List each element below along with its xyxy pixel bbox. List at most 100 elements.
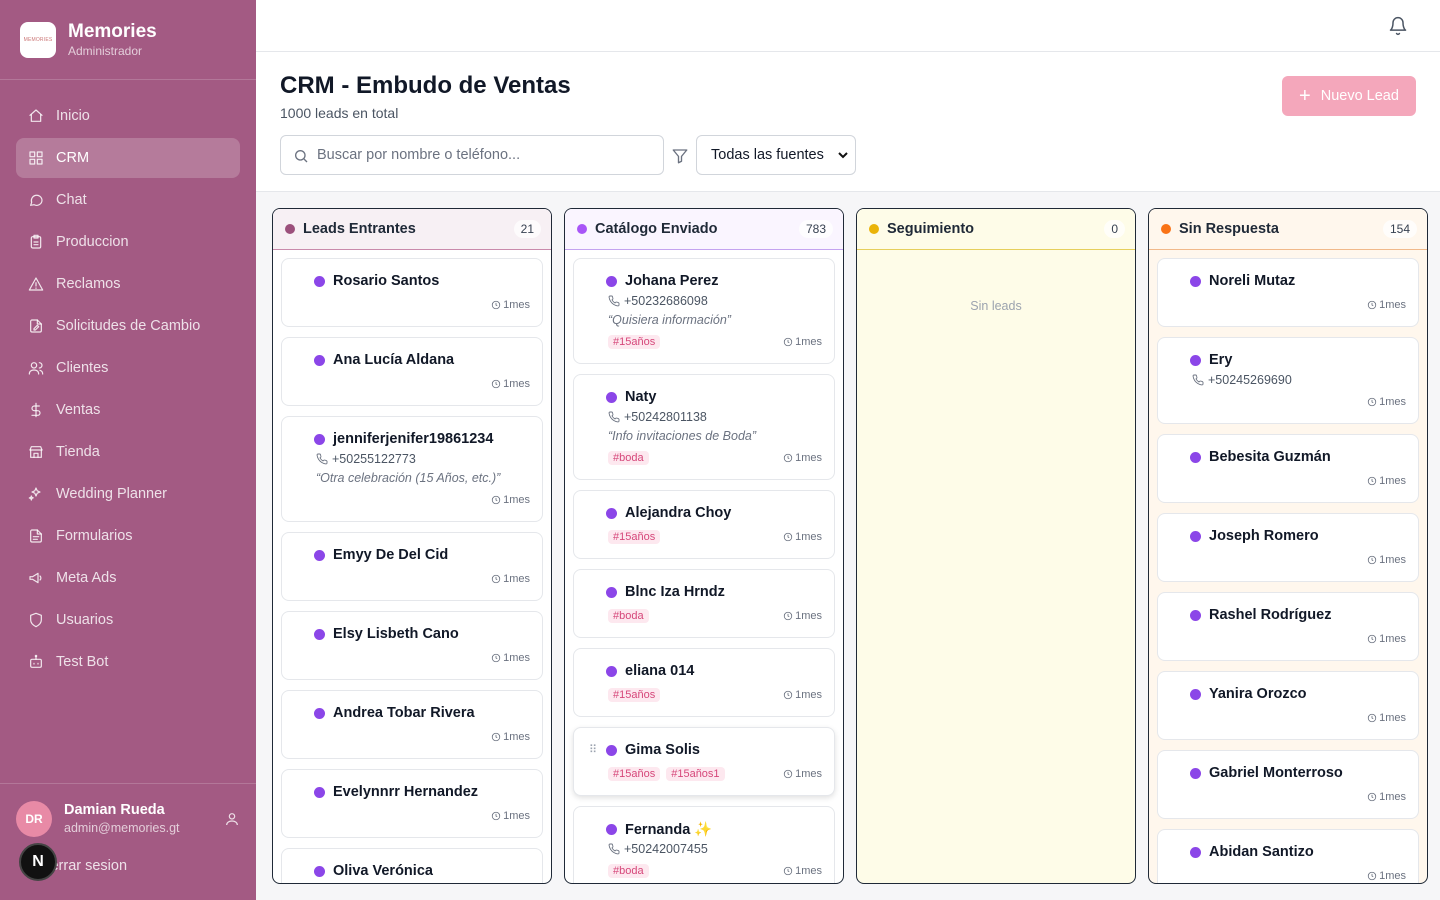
column-status-dot [577,224,587,234]
filter-icon[interactable] [671,147,689,165]
source-select[interactable]: Todas las fuentes [696,135,856,175]
clock-icon [491,495,501,505]
lead-card[interactable]: Evelynnrr Hernandez 1mes [281,769,543,838]
sidebar-item-inicio[interactable]: Inicio [16,96,240,136]
lead-card[interactable]: Bebesita Guzmán 1mes [1157,434,1419,503]
topbar [256,0,1440,52]
lead-name: Gabriel Monterroso [1190,764,1406,782]
sidebar-item-formularios[interactable]: Formularios [16,516,240,556]
lead-card-footer: #boda 1mes [608,449,822,467]
lead-card[interactable]: eliana 014 #15años 1mes [573,648,835,717]
new-lead-label: Nuevo Lead [1320,88,1399,104]
sidebar-item-usuarios[interactable]: Usuarios [16,600,240,640]
sidebar-item-tienda[interactable]: Tienda [16,432,240,472]
sidebar-item-ventas[interactable]: Ventas [16,390,240,430]
user-area: DR Damian Rueda admin@memories.gt Cerrar… [0,783,256,900]
column-count-badge: 154 [1382,220,1417,238]
bell-icon[interactable] [1388,16,1408,36]
lead-name-text: Rosario Santos [333,273,440,289]
sidebar-item-label: Formularios [56,528,133,544]
brand-role: Administrador [68,43,143,58]
lead-tags: #15años [608,335,661,349]
lead-time: 1mes [1367,870,1406,882]
lead-card-footer: #15años 1mes [608,528,822,546]
sidebar-item-label: Inicio [56,108,90,124]
sidebar-item-test-bot[interactable]: Test Bot [16,642,240,682]
clock-icon [1367,300,1377,310]
lead-source-dot [1190,609,1201,621]
lead-time: 1mes [783,610,822,622]
home-icon [29,109,43,122]
sidebar-item-crm[interactable]: CRM [16,138,240,178]
column-count-badge: 21 [513,220,541,238]
lead-card[interactable]: Johana Perez +50232686098 “Quisiera inform… [573,258,835,364]
clock-icon [491,732,501,742]
clock-icon [783,690,793,700]
lead-card[interactable]: Oliva Verónica#boda1mes [281,848,543,883]
user-profile-icon[interactable] [224,811,240,827]
lead-phone: +50242801138 [608,410,822,424]
lead-name: Gima Solis [606,741,822,759]
column-status-dot [1161,224,1171,234]
clock-icon [1367,397,1377,407]
lead-time-text: 1mes [795,610,822,622]
lead-card-footer: 1mes [316,807,530,825]
lead-card[interactable]: Naty +50242801138 “Info invitaciones de Bo… [573,374,835,480]
clock-icon [491,300,501,310]
column-body: Rosario Santos 1mes Ana Lucía Aldana 1mes je… [273,250,551,883]
lead-card[interactable]: Noreli Mutaz 1mes [1157,258,1419,327]
lead-time: 1mes [783,768,822,780]
lead-card-footer: 1mes [316,570,530,588]
lead-name-text: Noreli Mutaz [1209,273,1296,289]
column-header: Leads Entrantes 21 [273,209,551,250]
sidebar-item-solicitudes-de-cambio[interactable]: Solicitudes de Cambio [16,306,240,346]
page-subtitle: 1000 leads en total [280,105,399,121]
lead-card[interactable]: Yanira Orozco 1mes [1157,671,1419,740]
sidebar-item-wedding-planner[interactable]: Wedding Planner [16,474,240,514]
lead-source-dot [314,786,325,798]
sidebar-item-meta-ads[interactable]: Meta Ads [16,558,240,598]
lead-card[interactable]: Alejandra Choy #15años 1mes [573,490,835,559]
drag-handle-icon[interactable]: ⠿ [589,743,597,756]
lead-tag: #boda [608,609,649,623]
lead-card[interactable]: Emyy De Del Cid 1mes [281,532,543,601]
lead-name-text: Abidan Santizo [1209,844,1314,860]
brand-logo[interactable]: MEMORIES [20,21,56,58]
search-input[interactable] [317,136,657,174]
sidebar-item-produccion[interactable]: Produccion [16,222,240,262]
lead-phone-text: +50242007455 [624,842,708,856]
sidebar-item-reclamos[interactable]: Reclamos [16,264,240,304]
sidebar-item-label: Meta Ads [56,570,117,586]
users-icon [28,362,44,375]
lead-name-text: Gima Solis [625,742,700,758]
next-dev-badge[interactable]: N [19,843,57,881]
lead-source-dot [314,865,325,877]
lead-card[interactable]: Rosario Santos 1mes [281,258,543,327]
lead-source-dot [606,744,617,756]
lead-card[interactable]: Ery +50245269690 1mes [1157,337,1419,424]
lead-time: 1mes [783,689,822,701]
column-title: Catálogo Enviado [595,221,718,237]
avatar[interactable]: DR [16,801,52,837]
lead-card[interactable]: Rashel Rodríguez 1mes [1157,592,1419,661]
lead-card[interactable]: Gabriel Monterroso 1mes [1157,750,1419,819]
lead-card[interactable]: Blnc Iza Hrndz #boda 1mes [573,569,835,638]
lead-time: 1mes [1367,791,1406,803]
lead-card[interactable]: Fernanda ✨ +50242007455 #boda 1mes [573,806,835,883]
lead-card[interactable]: Elsy Lisbeth Cano 1mes [281,611,543,680]
lead-card[interactable]: Ana Lucía Aldana 1mes [281,337,543,406]
lead-card[interactable]: jenniferjenifer19861234 +50255122773 “Otra… [281,416,543,522]
bot-icon [30,654,42,668]
lead-card[interactable]: Joseph Romero 1mes [1157,513,1419,582]
sidebar-item-clientes[interactable]: Clientes [16,348,240,388]
sidebar-item-chat[interactable]: Chat [16,180,240,220]
lead-card-footer: #15años 1mes [608,686,822,704]
lead-source-dot [1190,688,1201,700]
new-lead-button[interactable]: + Nuevo Lead [1282,76,1416,116]
lead-card-footer: 1mes [316,375,530,393]
lead-time: 1mes [783,865,822,877]
lead-card[interactable]: Andrea Tobar Rivera 1mes [281,690,543,759]
lead-card[interactable]: ⠿ Gima Solis #15años #15años1 1mes [573,727,835,796]
lead-source-dot [606,586,617,598]
lead-card[interactable]: Abidan Santizo 1mes [1157,829,1419,883]
